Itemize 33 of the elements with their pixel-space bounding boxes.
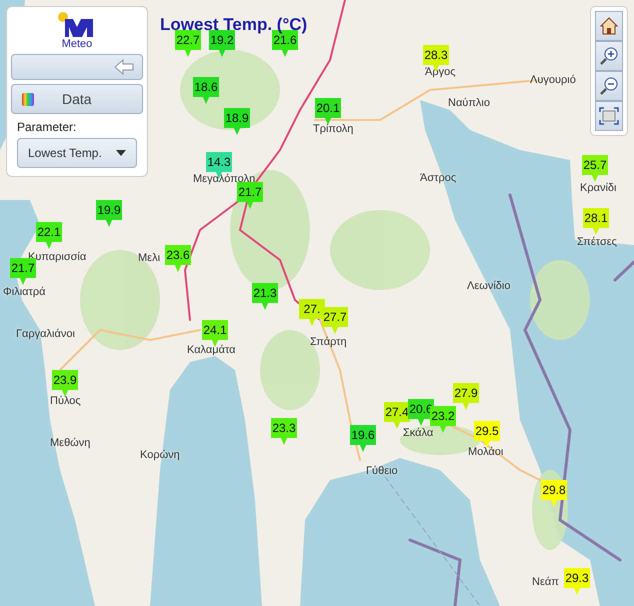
data-button[interactable]: Data <box>11 84 143 114</box>
place-label: Κορώνη <box>140 449 180 461</box>
home-button[interactable] <box>595 11 623 41</box>
zoom-out-icon <box>599 76 619 96</box>
caret-icon <box>116 150 126 156</box>
place-label: Ναύπλιο <box>448 97 490 109</box>
color-scale-icon <box>22 92 34 106</box>
zoom-out-button[interactable] <box>595 71 623 101</box>
full-extent-icon <box>599 107 619 125</box>
place-label: Νεάπ <box>532 576 559 588</box>
place-label: Μελι <box>138 252 160 264</box>
home-icon <box>599 16 619 36</box>
back-arrow-icon <box>114 59 134 75</box>
place-label: Άστρος <box>420 172 456 184</box>
full-extent-button[interactable] <box>595 101 623 131</box>
place-label: Σπέτσες <box>577 236 617 248</box>
parameter-label: Parameter: <box>17 120 78 134</box>
place-label: Λεωνίδιο <box>467 280 510 292</box>
place-label: Κρανίδι <box>580 182 616 194</box>
place-label: Φιλιατρά <box>3 286 46 298</box>
place-label: Πύλος <box>50 395 81 407</box>
parameter-dropdown[interactable]: Lowest Temp. <box>17 138 137 168</box>
place-label: Καλαμάτα <box>187 344 236 356</box>
zoom-in-button[interactable] <box>595 41 623 71</box>
place-label: Μολάοι <box>468 446 504 458</box>
place-label: Γύθειο <box>366 465 398 477</box>
place-label: Μεθώνη <box>50 437 90 449</box>
place-label: Λυγουριό <box>530 74 576 86</box>
place-label: Σπάρτη <box>310 336 347 348</box>
zoom-in-icon <box>599 46 619 66</box>
logo-text: Meteo <box>62 38 92 50</box>
place-label: Τρίπολη <box>313 123 354 135</box>
place-label: Γαργαλιάνοι <box>16 328 75 340</box>
